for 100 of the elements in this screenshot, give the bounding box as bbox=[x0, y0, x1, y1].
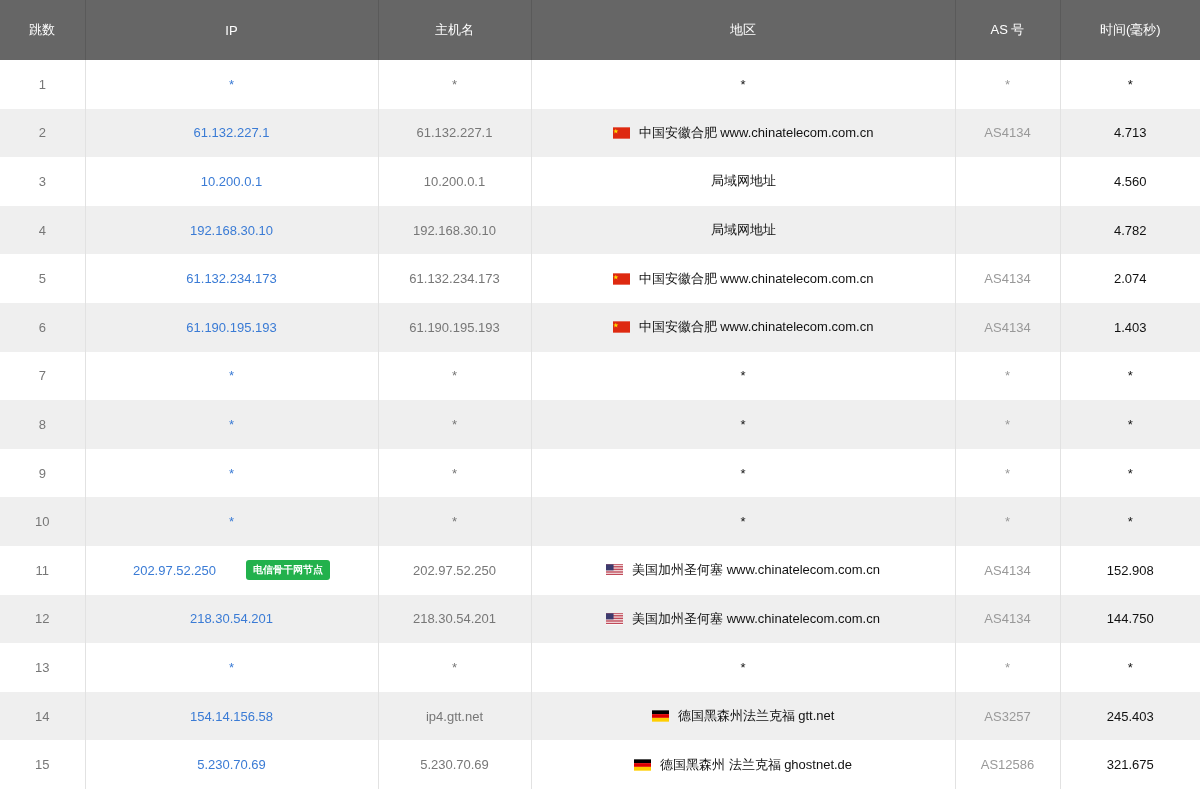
time-value: * bbox=[1127, 465, 1133, 481]
region-text: 局域网地址 bbox=[710, 172, 776, 191]
hop-number: 1 bbox=[38, 76, 46, 92]
hostname-text: 61.132.227.1 bbox=[416, 125, 493, 141]
time-value: * bbox=[1127, 368, 1133, 384]
region-text: * bbox=[740, 514, 746, 530]
hostname-text: 218.30.54.201 bbox=[412, 611, 497, 627]
china-flag-icon bbox=[612, 272, 630, 285]
hostname-text: * bbox=[451, 368, 458, 384]
hostname-text: 202.97.52.250 bbox=[412, 562, 497, 578]
column-header: IP bbox=[85, 0, 378, 60]
as-number: AS4134 bbox=[984, 271, 1031, 287]
as-number: * bbox=[1004, 416, 1011, 432]
hop-number: 13 bbox=[35, 659, 50, 675]
region-text: * bbox=[740, 368, 746, 384]
column-header: 时间(毫秒) bbox=[1060, 0, 1200, 60]
time-value: * bbox=[1127, 416, 1133, 432]
column-header: AS 号 bbox=[955, 0, 1060, 60]
as-number: AS12586 bbox=[980, 757, 1035, 773]
as-number: * bbox=[1004, 659, 1011, 675]
region-text: * bbox=[740, 76, 746, 92]
time-value: 4.560 bbox=[1113, 174, 1147, 189]
region-text: * bbox=[740, 465, 746, 481]
hostname-text: 10.200.0.1 bbox=[423, 174, 486, 189]
hop-number: 11 bbox=[35, 562, 49, 578]
time-value: 144.750 bbox=[1106, 611, 1154, 627]
ip-link[interactable]: 61.132.227.1 bbox=[193, 125, 270, 141]
ip-link[interactable]: 61.190.195.193 bbox=[186, 319, 277, 335]
as-number: * bbox=[1004, 514, 1011, 530]
hostname-text: * bbox=[451, 76, 458, 92]
hostname-text: ip4.gtt.net bbox=[425, 708, 484, 724]
hop-number: 8 bbox=[38, 416, 46, 432]
hostname-text: 61.190.195.193 bbox=[409, 319, 500, 335]
time-value: 2.074 bbox=[1113, 271, 1147, 287]
tag: 电信骨干网节点 bbox=[246, 560, 331, 581]
region-text: 美国加州圣何塞 www.chinatelecom.com.cn bbox=[632, 609, 880, 628]
column-header: 地区 bbox=[531, 0, 955, 60]
time-value: * bbox=[1127, 659, 1133, 675]
ip-link[interactable]: * bbox=[228, 416, 235, 432]
hostname-text: * bbox=[451, 465, 458, 481]
china-flag-icon bbox=[612, 126, 630, 139]
time-value: * bbox=[1127, 76, 1133, 92]
time-value: 152.908 bbox=[1106, 562, 1154, 578]
hop-number: 5 bbox=[38, 271, 46, 287]
as-number: * bbox=[1004, 368, 1011, 384]
hop-number: 15 bbox=[35, 757, 50, 773]
hostname-text: * bbox=[451, 659, 458, 675]
time-value: 321.675 bbox=[1106, 757, 1154, 773]
hop-number: 12 bbox=[35, 611, 50, 627]
time-value: 4.782 bbox=[1113, 222, 1147, 238]
ip-link[interactable]: 192.168.30.10 bbox=[189, 222, 274, 238]
ip-link[interactable]: * bbox=[228, 465, 235, 481]
as-number: * bbox=[1004, 76, 1011, 92]
germany-flag-icon bbox=[651, 710, 669, 722]
region-text: * bbox=[740, 659, 746, 675]
as-number: AS4134 bbox=[984, 562, 1031, 578]
hostname-text: * bbox=[451, 514, 458, 530]
germany-flag-icon bbox=[633, 758, 651, 771]
hop-number: 10 bbox=[35, 514, 50, 530]
ip-link[interactable]: 154.14.156.58 bbox=[189, 708, 274, 724]
hop-number: 7 bbox=[38, 368, 46, 384]
us-flag-icon bbox=[606, 564, 624, 577]
region-text: 中国安徽合肥 www.chinatelecom.com.cn bbox=[638, 318, 874, 337]
hostname-text: 192.168.30.10 bbox=[412, 222, 497, 238]
hop-number: 6 bbox=[38, 319, 46, 335]
time-value: 4.713 bbox=[1113, 125, 1147, 141]
as-number: AS3257 bbox=[984, 708, 1031, 724]
china-flag-icon bbox=[612, 321, 630, 334]
ip-link[interactable]: * bbox=[228, 659, 235, 675]
region-text: 局域网地址 bbox=[710, 221, 776, 240]
ip-link[interactable]: * bbox=[228, 76, 235, 92]
hostname-text: * bbox=[451, 416, 458, 432]
region-text: 德国黑森州 法兰克福 ghostnet.de bbox=[659, 755, 853, 774]
hop-number: 3 bbox=[38, 174, 46, 189]
ip-link[interactable]: * bbox=[228, 514, 235, 530]
us-flag-icon bbox=[606, 612, 624, 625]
region-text: 中国安徽合肥 www.chinatelecom.com.cn bbox=[638, 269, 874, 288]
hop-number: 4 bbox=[38, 222, 46, 238]
ip-link[interactable]: * bbox=[228, 368, 235, 384]
as-number: * bbox=[1004, 465, 1011, 481]
region-text: 美国加州圣何塞 www.chinatelecom.com.cn bbox=[632, 561, 880, 580]
ip-link[interactable]: 218.30.54.201 bbox=[189, 611, 274, 627]
region-text: * bbox=[740, 416, 746, 432]
ip-link[interactable]: 61.132.234.173 bbox=[186, 271, 277, 287]
as-number: AS4134 bbox=[984, 319, 1031, 335]
hop-number: 14 bbox=[35, 708, 50, 724]
ip-link[interactable]: 5.230.70.69 bbox=[197, 757, 266, 773]
time-value: 1.403 bbox=[1113, 319, 1147, 335]
time-value: 245.403 bbox=[1106, 708, 1154, 724]
hop-number: 2 bbox=[38, 125, 46, 141]
as-number: AS4134 bbox=[984, 611, 1031, 627]
region-text: 中国安徽合肥 www.chinatelecom.com.cn bbox=[638, 123, 874, 142]
hop-number: 9 bbox=[38, 465, 46, 481]
hostname-text: 61.132.234.173 bbox=[409, 271, 500, 287]
column-header: 主机名 bbox=[378, 0, 531, 60]
hostname-text: 5.230.70.69 bbox=[420, 757, 489, 773]
region-text: 德国黑森州法兰克福 gtt.net bbox=[677, 707, 835, 725]
ip-link[interactable]: 202.97.52.250 bbox=[132, 562, 217, 578]
ip-link[interactable]: 10.200.0.1 bbox=[200, 174, 263, 189]
time-value: * bbox=[1127, 514, 1133, 530]
